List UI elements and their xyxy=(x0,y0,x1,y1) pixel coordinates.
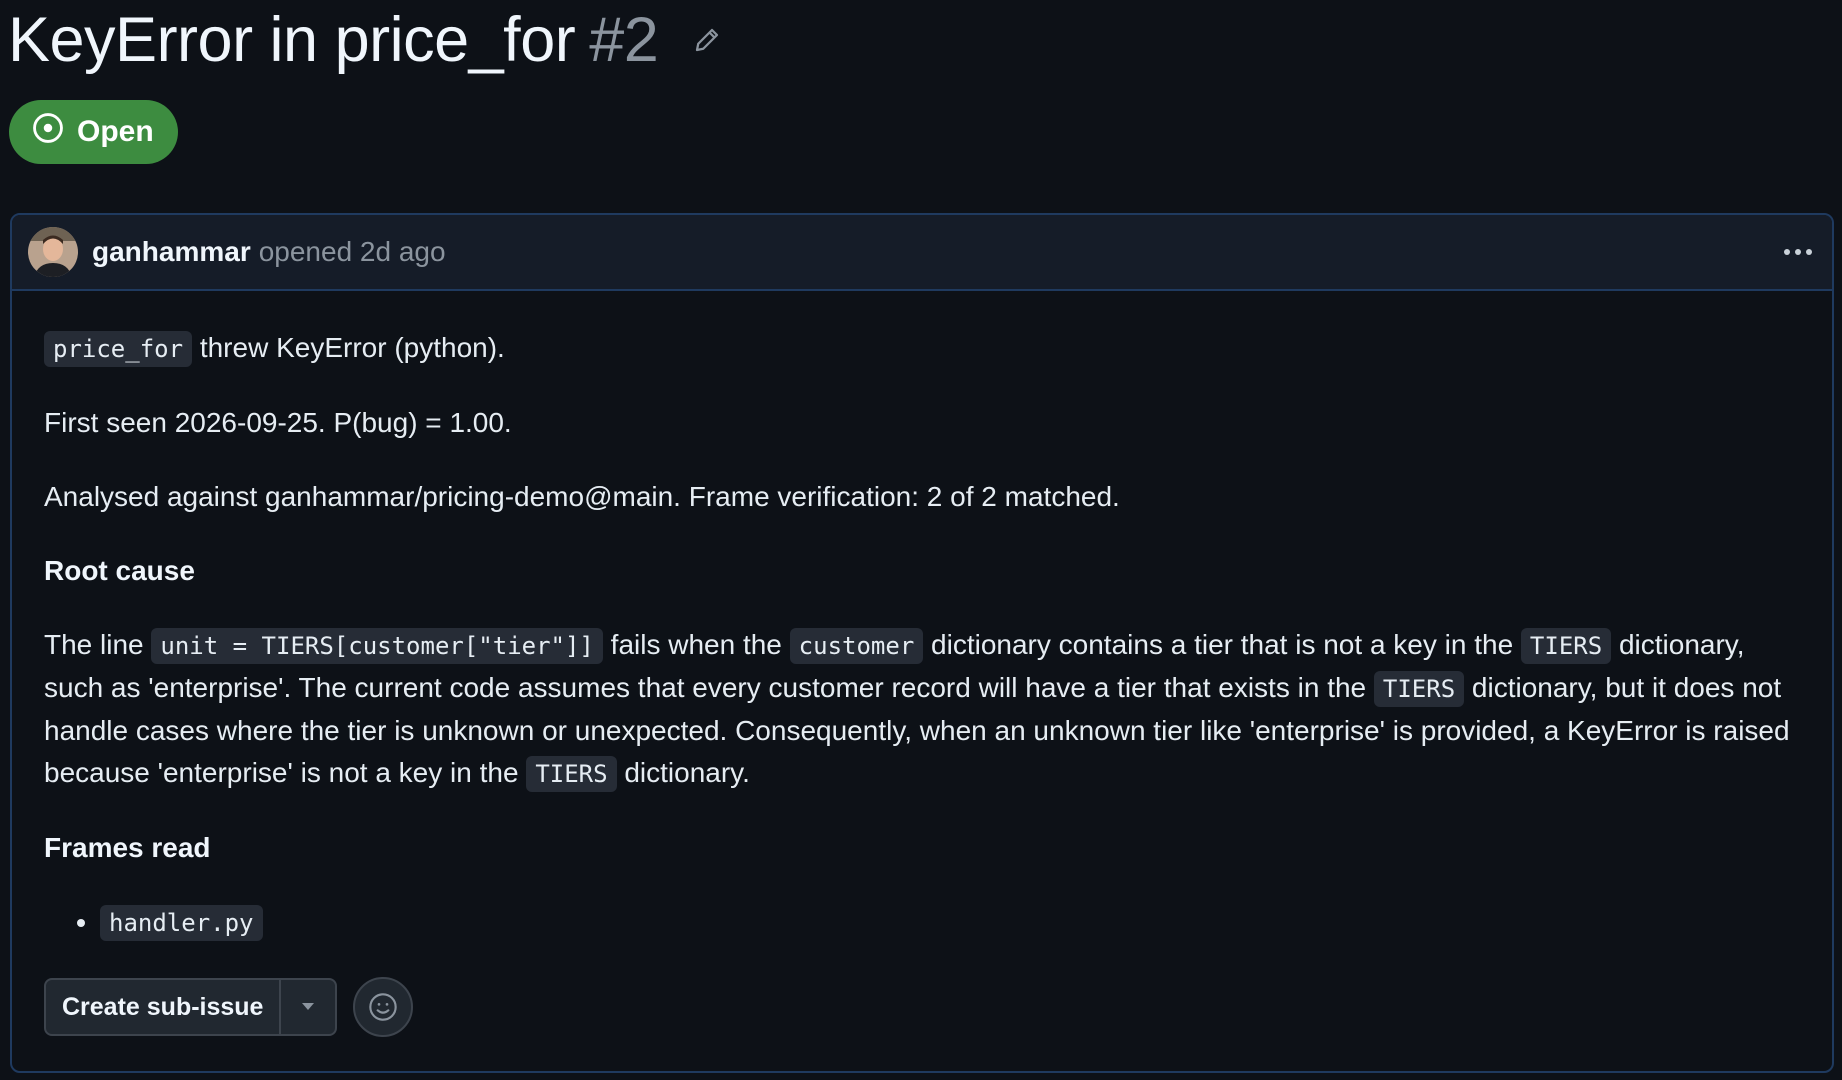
inline-code: TIERS xyxy=(1373,671,1465,707)
analysis-line: Analysed against ganhammar/pricing-demo@… xyxy=(44,481,1120,512)
comment-meta[interactable]: opened 2d ago xyxy=(259,236,446,268)
comment-body: price_for threw KeyError (python). First… xyxy=(12,291,1832,944)
summary-line: price_for threw KeyError (python). xyxy=(44,327,1800,370)
root-cause-text: The line xyxy=(44,629,152,660)
comment-actions: Create sub-issue xyxy=(44,977,414,1037)
comment-author[interactable]: ganhammar xyxy=(92,236,251,268)
inline-code: handler.py xyxy=(100,905,263,941)
root-cause-paragraph: The line unit = TIERS[customer["tier"]] … xyxy=(44,624,1800,795)
smiley-icon[interactable] xyxy=(353,977,414,1037)
frames-list: handler.py xyxy=(44,901,1800,944)
inline-code: price_for xyxy=(44,331,193,367)
comment-header: ganhammar opened 2d ago xyxy=(12,215,1832,291)
create-sub-issue-split-button: Create sub-issue xyxy=(44,978,338,1036)
issue-comment: ganhammar opened 2d ago price_for threw … xyxy=(10,213,1834,1073)
first-seen-line: First seen 2026-09-25. P(bug) = 1.00. xyxy=(44,407,512,438)
pencil-icon[interactable] xyxy=(692,24,724,56)
inline-code: TIERS xyxy=(526,756,617,792)
issue-state-label: Open xyxy=(77,115,154,148)
inline-code: unit = TIERS[customer["tier"]] xyxy=(151,628,603,664)
issue-title-row: KeyError in price_for #2 xyxy=(8,2,724,78)
root-cause-text: dictionary contains a tier that is not a… xyxy=(923,629,1521,660)
issue-open-icon xyxy=(31,111,65,153)
inline-code: TIERS xyxy=(1520,628,1612,664)
issue-title-text: KeyError in price_for xyxy=(8,5,576,75)
summary-text: threw KeyError (python). xyxy=(192,332,505,363)
avatar[interactable] xyxy=(28,227,78,277)
triangle-down-icon[interactable] xyxy=(279,980,335,1034)
inline-code: customer xyxy=(789,628,924,664)
root-cause-text: fails when the xyxy=(602,629,790,660)
create-sub-issue-button[interactable]: Create sub-issue xyxy=(46,980,279,1034)
root-cause-heading: Root cause xyxy=(44,555,195,586)
root-cause-text: dictionary. xyxy=(616,757,750,788)
kebab-horizontal-icon[interactable] xyxy=(1778,237,1818,267)
issue-title: KeyError in price_for #2 xyxy=(8,4,659,76)
frames-read-heading: Frames read xyxy=(44,832,211,863)
issue-number: #2 xyxy=(589,5,659,75)
issue-state-badge: Open xyxy=(9,100,178,164)
list-item: handler.py xyxy=(100,901,1800,944)
